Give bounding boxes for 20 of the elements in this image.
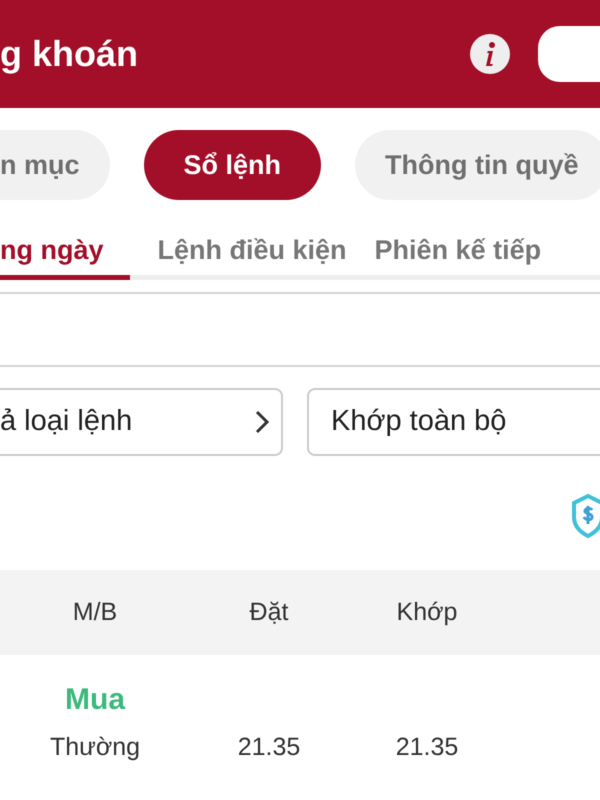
segment-tab[interactable]: n mục (0, 130, 110, 200)
column-header: Khớp (396, 596, 458, 628)
order-tab[interactable]: Lệnh điều kiện (158, 230, 347, 280)
segment-tab[interactable]: Sổ lệnh (144, 130, 322, 200)
order-tab[interactable]: ng ngày (0, 230, 130, 280)
header-title: g khoán (0, 32, 138, 76)
account-pill[interactable] (538, 26, 600, 82)
order-type-select[interactable]: ả loại lệnh (0, 388, 283, 456)
order-side: Mua (65, 682, 125, 717)
table-cell-text: 21.35 (238, 732, 300, 763)
table-cell-text: 21.35 (396, 732, 458, 763)
info-icon[interactable] (470, 34, 510, 74)
chevron-right-icon (255, 410, 269, 434)
order-tab[interactable]: Phiên kế tiếp (374, 230, 542, 280)
segment-tab[interactable]: Thông tin quyề (355, 130, 600, 200)
column-header: Đặt (250, 596, 288, 628)
match-status-field[interactable]: Khớp toàn bộ (307, 388, 600, 456)
table-cell-text: Thường (50, 732, 140, 763)
shield-dollar-icon[interactable] (570, 493, 600, 539)
column-header: M/B (72, 596, 118, 628)
